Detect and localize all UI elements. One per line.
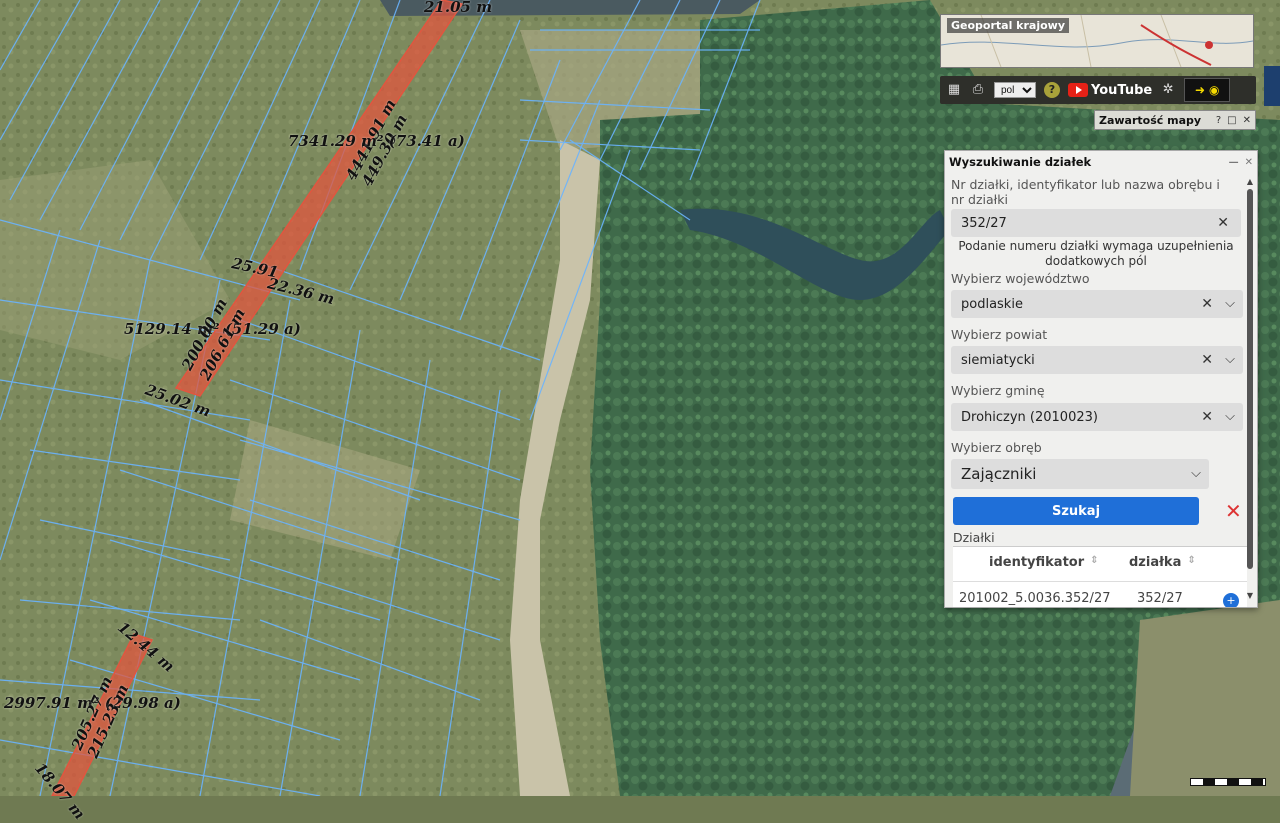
commune-select[interactable]: Drohiczyn (2010023) ✕ ⌵ <box>951 403 1243 431</box>
scroll-up-icon[interactable]: ▲ <box>1247 177 1253 186</box>
clear-county-icon[interactable]: ✕ <box>1201 352 1213 368</box>
row-parcel: 352/27 <box>1137 591 1183 606</box>
parcel-search-panel: Wyszukiwanie działek — ✕ ▲ ▼ Nr działki,… <box>944 150 1258 608</box>
close-icon[interactable]: ✕ <box>1245 157 1253 168</box>
eye-icon: ◉ <box>1209 83 1220 97</box>
results-table: identyfikator ⇕ działka ⇕ 201002_5.0036.35… <box>953 546 1247 607</box>
sort-icon: ⇕ <box>1090 555 1099 566</box>
top-toolbar: ▦ ⎙ pol ? YouTube ✲ ➜ ◉ <box>940 76 1256 104</box>
commune-value: Drohiczyn (2010023) <box>961 409 1098 425</box>
chevron-down-icon[interactable]: ⌵ <box>1225 296 1235 311</box>
county-select[interactable]: siemiatycki ✕ ⌵ <box>951 346 1243 374</box>
calculator-icon[interactable]: ▦ <box>946 82 962 98</box>
youtube-icon <box>1068 83 1088 97</box>
table-row[interactable]: 201002_5.0036.352/27 352/27 + <box>959 591 1243 607</box>
clear-query-icon[interactable]: ✕ <box>1217 215 1229 231</box>
accessibility-icon[interactable]: ✲ <box>1160 82 1176 98</box>
language-select[interactable]: pol <box>994 82 1036 98</box>
map-content-bar[interactable]: Zawartość mapy ? □ ✕ <box>1094 110 1256 130</box>
scale-bar <box>1190 778 1266 786</box>
help-button[interactable]: ? <box>1216 115 1221 126</box>
minimize-icon[interactable]: — <box>1229 157 1239 168</box>
row-identifier: 201002_5.0036.352/27 <box>959 591 1111 606</box>
voivodeship-select[interactable]: podlaskie ✕ ⌵ <box>951 290 1243 318</box>
zoom-to-parcel-icon[interactable]: + <box>1223 593 1239 607</box>
map-content-title: Zawartość mapy <box>1099 113 1202 127</box>
side-tab[interactable] <box>1264 66 1280 106</box>
commune-label: Wybierz gminę <box>951 383 1045 398</box>
overview-minimap[interactable]: Geoportal krajowy <box>940 14 1254 68</box>
minimap-title: Geoportal krajowy <box>947 18 1070 33</box>
parcel-query-input[interactable]: 352/27 ✕ <box>951 209 1241 237</box>
county-label: Wybierz powiat <box>951 327 1048 342</box>
sort-icon: ⇕ <box>1187 555 1196 566</box>
chevron-down-icon[interactable]: ⌵ <box>1225 352 1235 367</box>
close-icon[interactable]: ✕ <box>1243 115 1251 126</box>
query-value: 352/27 <box>961 215 1007 231</box>
contrast-toggle-button[interactable]: ➜ ◉ <box>1184 78 1231 102</box>
chevron-down-icon[interactable]: ⌵ <box>1225 409 1235 424</box>
clear-commune-icon[interactable]: ✕ <box>1201 409 1213 425</box>
precinct-value: Zajączniki <box>961 465 1037 483</box>
clear-voivodeship-icon[interactable]: ✕ <box>1201 296 1213 312</box>
help-icon[interactable]: ? <box>1044 82 1060 98</box>
scroll-down-icon[interactable]: ▼ <box>1247 591 1253 600</box>
search-button[interactable]: Szukaj <box>953 497 1199 525</box>
column-header-identyfikator[interactable]: identyfikator ⇕ <box>989 555 1099 570</box>
precinct-label: Wybierz obręb <box>951 440 1042 455</box>
voivodeship-label: Wybierz województwo <box>951 271 1090 286</box>
column-header-dzialka[interactable]: działka ⇕ <box>1129 555 1196 570</box>
chevron-down-icon[interactable]: ⌵ <box>1191 466 1201 481</box>
clear-form-icon[interactable]: ✕ <box>1225 499 1242 523</box>
dimension-label: 21.05 m <box>424 0 493 16</box>
panel-title: Wyszukiwanie działek <box>949 155 1092 169</box>
arrow-right-icon: ➜ <box>1194 83 1206 97</box>
query-label: Nr działki, identyfikator lub nazwa obrę… <box>951 177 1220 207</box>
results-label: Działki <box>953 530 995 545</box>
panel-scrollbar[interactable] <box>1247 189 1253 569</box>
printer-icon[interactable]: ⎙ <box>970 82 986 98</box>
area-label: 7341.29 m² (73.41 a) <box>288 132 465 150</box>
county-value: siemiatycki <box>961 352 1035 368</box>
search-button-label: Szukaj <box>1051 503 1101 519</box>
hint-text: Podanie numeru działki wymaga uzupełnien… <box>958 239 1234 268</box>
voivodeship-value: podlaskie <box>961 296 1023 312</box>
youtube-link[interactable]: YouTube <box>1068 83 1152 98</box>
restore-icon[interactable]: □ <box>1227 115 1236 126</box>
panel-header: Wyszukiwanie działek — ✕ <box>945 151 1257 173</box>
precinct-select[interactable]: Zajączniki ⌵ <box>951 459 1209 489</box>
youtube-label: YouTube <box>1091 82 1153 98</box>
